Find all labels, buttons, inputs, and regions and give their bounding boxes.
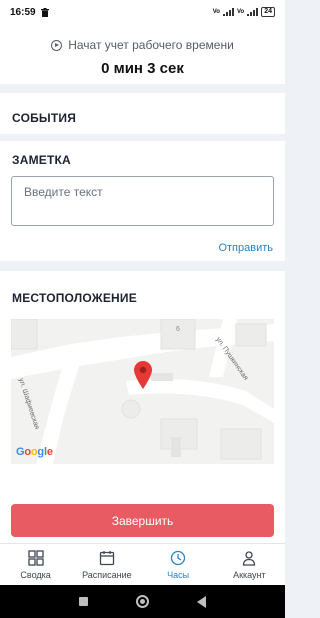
note-input[interactable]: Введите текст	[11, 176, 274, 226]
status-bar: 16:59 Vo Vo 24	[0, 0, 285, 24]
play-circle-icon	[51, 39, 63, 51]
building-number: 6	[176, 326, 180, 333]
events-title: СОБЫТИЯ	[12, 111, 77, 125]
location-title: МЕСТОПОЛОЖЕНИЕ	[12, 291, 137, 305]
battery-icon: 24	[261, 7, 275, 17]
volte-label-1: Vo	[212, 9, 220, 15]
tab-account[interactable]: Аккаунт	[214, 544, 285, 585]
timer-status: Начат учет рабочего времени	[0, 38, 285, 52]
person-icon	[241, 550, 257, 566]
map-pin-icon	[134, 361, 152, 394]
home-icon[interactable]	[136, 595, 149, 608]
signal-icon-2	[247, 8, 259, 16]
finish-button[interactable]: Завершить	[11, 504, 274, 537]
tab-summary[interactable]: Сводка	[0, 544, 71, 585]
send-note-button[interactable]: Отправить	[218, 242, 273, 254]
location-section: МЕСТОПОЛОЖЕНИЕ 6 ул. Шафиевская ул. Пушк…	[0, 271, 285, 483]
calendar-icon	[99, 550, 115, 566]
tab-bar: Сводка Расписание Часы Аккаунт	[0, 543, 285, 585]
tab-label: Расписание	[82, 570, 132, 580]
clock-icon	[170, 550, 186, 566]
tab-clock[interactable]: Часы	[143, 544, 214, 585]
timer-card: Начат учет рабочего времени 0 мин 3 сек	[0, 24, 285, 84]
note-section: ЗАМЕТКА Введите текст Отправить	[0, 141, 285, 261]
tab-label: Часы	[167, 570, 190, 580]
timer-value: 0 мин 3 сек	[101, 60, 184, 77]
system-nav-bar	[0, 585, 285, 618]
status-time: 16:59	[10, 6, 36, 18]
tab-schedule[interactable]: Расписание	[71, 544, 142, 585]
timer-label: Начат учет рабочего времени	[68, 38, 234, 52]
trash-icon	[40, 7, 49, 17]
tab-label: Сводка	[20, 570, 51, 580]
recents-icon[interactable]	[79, 597, 88, 606]
events-section[interactable]: СОБЫТИЯ	[0, 93, 285, 134]
note-title: ЗАМЕТКА	[12, 153, 71, 167]
location-map[interactable]: 6 ул. Шафиевская ул. Пушкинская Google	[11, 319, 274, 464]
back-icon[interactable]	[197, 595, 206, 608]
volte-label-2: Vo	[236, 9, 245, 15]
signal-icon	[222, 8, 234, 16]
grid-icon	[27, 550, 44, 566]
google-logo: Google	[16, 446, 53, 458]
tab-label: Аккаунт	[233, 570, 266, 580]
